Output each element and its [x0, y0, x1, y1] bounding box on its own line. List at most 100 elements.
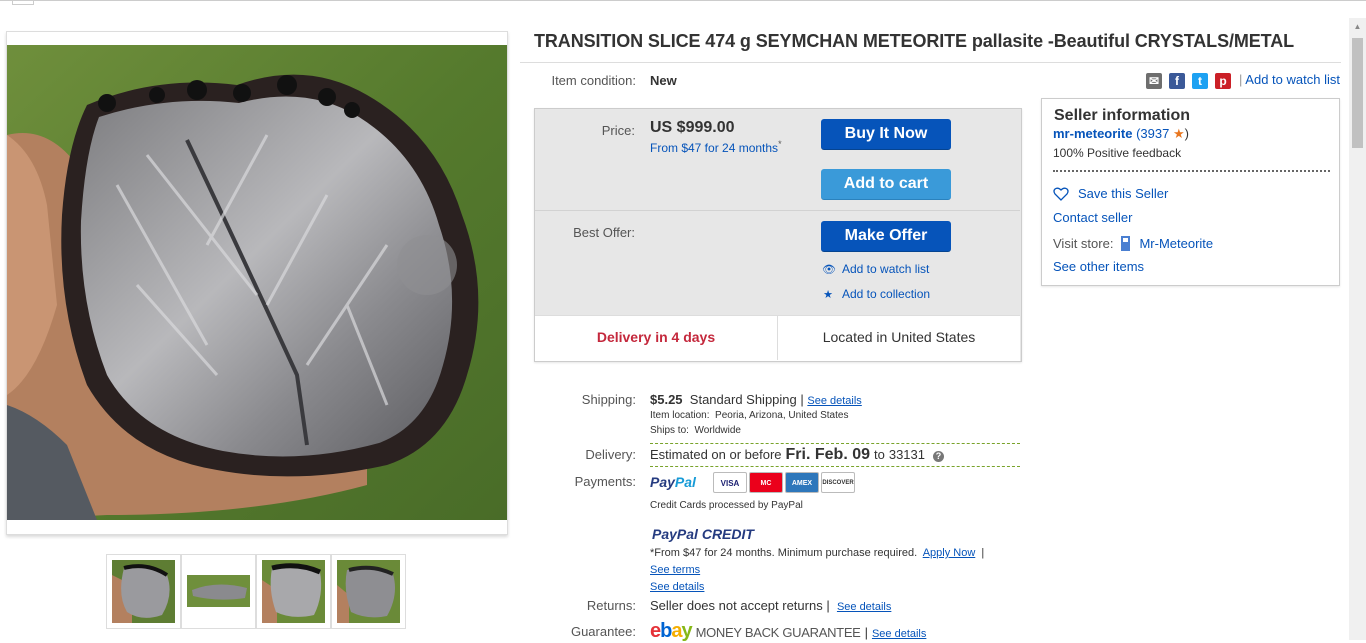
delivery-date: Fri. Feb. 09	[785, 446, 870, 463]
seller-name-line: mr-meteorite (3937 ★)	[1053, 126, 1189, 142]
financing-mark: *	[778, 139, 782, 149]
pinterest-icon[interactable]: p	[1215, 73, 1231, 89]
delivery-divider-top	[650, 443, 1020, 444]
amex-icon: AMEX	[785, 472, 819, 493]
payments-see-details[interactable]: See details	[650, 577, 704, 595]
item-location: Located in United States	[822, 329, 976, 345]
shipping-cost: $5.25	[650, 392, 683, 407]
buy-it-now-button[interactable]: Buy It Now	[821, 119, 951, 150]
title-divider	[520, 62, 1341, 63]
returns-text: Seller does not accept returns |	[650, 598, 830, 613]
feedback-score[interactable]: (3937	[1136, 126, 1169, 141]
delivery-divider-bottom	[650, 466, 1020, 467]
financing-link[interactable]: From $47 for 24 months*	[650, 139, 782, 155]
condition-value: New	[650, 73, 677, 88]
guarantee-pipe: |	[864, 625, 868, 640]
divider-pipe: |	[1239, 72, 1243, 87]
item-location-label: Item location:	[650, 410, 710, 421]
seller-heading: Seller information	[1054, 107, 1191, 124]
scrollbar-thumb[interactable]	[1352, 38, 1363, 148]
see-terms-link[interactable]: See terms	[650, 560, 700, 578]
delivery-zip[interactable]: 33131	[889, 447, 925, 462]
condition-label: Item condition:	[551, 73, 636, 88]
item-location-line: Item location: Peoria, Arizona, United S…	[650, 410, 848, 421]
store-name-link[interactable]: Mr-Meteorite	[1139, 236, 1213, 251]
delivery-estimate: Estimated on or before Fri. Feb. 09 to 3…	[650, 446, 944, 464]
guarantee-label: Guarantee:	[570, 624, 636, 639]
see-other-items-text[interactable]: See other items	[1053, 259, 1144, 274]
payments-see-details-text[interactable]: See details	[650, 581, 704, 593]
best-offer-label: Best Offer:	[573, 225, 635, 240]
top-border	[0, 0, 1366, 4]
help-icon[interactable]: ?	[933, 451, 944, 462]
contact-seller-link[interactable]: Contact seller	[1053, 210, 1132, 225]
guarantee-see-details[interactable]: See details	[872, 628, 926, 640]
thumbnail-1[interactable]	[106, 554, 181, 629]
price-label: Price:	[601, 123, 635, 138]
shipping-label: Shipping:	[581, 392, 636, 407]
paypal-logo-a: Pay	[650, 474, 675, 490]
returns-label: Returns:	[586, 598, 636, 613]
ships-to-label: Ships to:	[650, 425, 689, 436]
delivery-label: Delivery:	[585, 447, 636, 462]
contact-seller-text[interactable]: Contact seller	[1053, 210, 1132, 225]
top-tab-stub	[12, 0, 34, 5]
price-value: US $999.00	[650, 119, 735, 136]
ppc-logo-a: PayPal	[652, 526, 698, 542]
financing-text[interactable]: From $47 for 24 months	[650, 141, 778, 155]
eye-icon: 👁	[822, 263, 836, 276]
seller-name[interactable]: mr-meteorite	[1053, 126, 1132, 141]
paypal-logo-b: Pal	[674, 474, 696, 490]
thumbnail-image	[112, 560, 175, 623]
facebook-icon[interactable]: f	[1169, 73, 1185, 89]
panel-watch-link[interactable]: 👁 Add to watch list	[822, 262, 929, 276]
shipping-service: Standard Shipping |	[689, 392, 804, 407]
credit-card-note: Credit Cards processed by PayPal	[650, 500, 803, 511]
ppc-logo-b: CREDIT	[701, 526, 754, 542]
item-location-value: Peoria, Arizona, United States	[715, 410, 849, 421]
ships-to-line: Ships to: Worldwide	[650, 425, 741, 436]
shipping-see-details[interactable]: See details	[807, 395, 861, 407]
seller-name-link[interactable]: mr-meteorite	[1053, 126, 1132, 141]
save-seller-text[interactable]: Save this Seller	[1078, 186, 1168, 201]
add-to-watch-list-link[interactable]: | Add to watch list	[1239, 72, 1340, 87]
see-terms-text[interactable]: See terms	[650, 564, 700, 576]
meteorite-photo	[7, 45, 507, 520]
email-icon[interactable]: ✉	[1146, 73, 1162, 89]
paypal-logo: PayPal	[650, 474, 696, 490]
twitter-icon[interactable]: t	[1192, 73, 1208, 89]
store-icon	[1121, 236, 1131, 251]
seller-divider	[1053, 170, 1330, 172]
thumbnail-3[interactable]	[256, 554, 331, 629]
save-seller-link[interactable]: Save this Seller	[1053, 186, 1168, 201]
discover-icon: DISCOVER	[821, 472, 855, 493]
feedback-close: )	[1184, 126, 1189, 141]
see-other-items-link[interactable]: See other items	[1053, 259, 1144, 274]
listing-title: TRANSITION SLICE 474 g SEYMCHAN METEORIT…	[534, 31, 1295, 51]
panel-divider	[535, 210, 1020, 211]
share-icons: ✉ f t p	[1146, 73, 1231, 89]
thumbnail-2[interactable]	[181, 554, 256, 629]
card-logos: VISA MC AMEX DISCOVER	[713, 472, 855, 493]
ppc-pipe: |	[981, 547, 985, 559]
mastercard-icon: MC	[749, 472, 783, 493]
collection-text[interactable]: Add to collection	[842, 287, 930, 301]
visa-icon: VISA	[713, 472, 747, 493]
returns-see-details[interactable]: See details	[837, 601, 891, 613]
watch-list-text[interactable]: Add to watch list	[1245, 72, 1340, 87]
delivery-days: Delivery in 4 days	[596, 329, 716, 345]
delivery-to: to	[874, 447, 885, 462]
add-to-cart-button[interactable]: Add to cart	[821, 169, 951, 200]
panel-watch-text[interactable]: Add to watch list	[842, 262, 929, 276]
scroll-up-arrow[interactable]: ▲	[1349, 18, 1366, 36]
apply-now-link[interactable]: Apply Now	[923, 547, 976, 559]
thumbnail-4[interactable]	[331, 554, 406, 629]
heart-icon	[1053, 187, 1069, 201]
make-offer-button[interactable]: Make Offer	[821, 221, 951, 252]
main-product-image[interactable]	[6, 31, 508, 535]
delivery-prefix: Estimated on or before	[650, 447, 782, 462]
visit-store: Visit store: Mr-Meteorite	[1053, 234, 1213, 252]
star-rating-icon: ★	[1172, 126, 1185, 141]
add-to-collection-link[interactable]: ★ Add to collection	[822, 287, 930, 301]
returns-value: Seller does not accept returns | See det…	[650, 598, 891, 613]
